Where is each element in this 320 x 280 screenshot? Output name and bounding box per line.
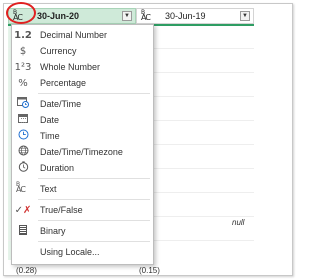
menu-item-whole-number[interactable]: 1²3 Whole Number bbox=[12, 59, 153, 75]
duration-icon bbox=[12, 161, 34, 175]
true-false-icon: ✓✗ bbox=[14, 204, 32, 216]
null-cell-value[interactable]: null bbox=[232, 218, 244, 227]
menu-item-percentage[interactable]: % Percentage bbox=[12, 75, 153, 91]
cell-value[interactable]: (0.15) bbox=[139, 266, 160, 275]
menu-item-time[interactable]: Time bbox=[12, 128, 153, 144]
column-header-label: 30-Jun-20 bbox=[37, 11, 80, 21]
text-type-icon: B AC bbox=[16, 180, 26, 194]
menu-item-true-false[interactable]: ✓✗ True/False bbox=[12, 202, 153, 218]
menu-item-duration[interactable]: Duration bbox=[12, 160, 153, 176]
menu-item-using-locale[interactable]: Using Locale... bbox=[12, 244, 153, 260]
binary-icon bbox=[12, 224, 34, 238]
cell-value[interactable]: (0.28) bbox=[16, 266, 37, 275]
column-filter-dropdown-button[interactable]: ▼ bbox=[122, 11, 132, 21]
menu-item-currency[interactable]: $ Currency bbox=[12, 43, 153, 59]
menu-item-date[interactable]: Date bbox=[12, 112, 153, 128]
percentage-icon: % bbox=[18, 77, 28, 89]
menu-separator bbox=[38, 178, 150, 179]
column-header-label: 30-Jun-19 bbox=[165, 11, 206, 21]
decimal-number-icon: 1.2 bbox=[14, 29, 32, 41]
menu-item-decimal-number[interactable]: 1.2 Decimal Number bbox=[12, 27, 153, 43]
menu-item-date-time-timezone[interactable]: Date/Time/Timezone bbox=[12, 144, 153, 160]
highlight-circle-annotation bbox=[6, 2, 36, 24]
column-filter-dropdown-button[interactable]: ▼ bbox=[240, 11, 250, 21]
menu-separator bbox=[38, 220, 150, 221]
menu-item-text[interactable]: B AC Text bbox=[12, 181, 153, 197]
menu-item-binary[interactable]: Binary bbox=[12, 223, 153, 239]
whole-number-icon: 1²3 bbox=[14, 61, 32, 73]
currency-icon: $ bbox=[19, 45, 27, 57]
column-header-30-jun-19[interactable]: B AC 30-Jun-19 ▼ bbox=[136, 8, 254, 24]
menu-item-date-time[interactable]: Date/Time bbox=[12, 96, 153, 112]
globe-icon bbox=[12, 145, 34, 159]
time-icon bbox=[12, 129, 34, 143]
menu-separator bbox=[38, 241, 150, 242]
menu-separator bbox=[38, 93, 150, 94]
date-icon bbox=[12, 114, 34, 126]
data-type-menu: 1.2 Decimal Number $ Currency 1²3 Whole … bbox=[11, 24, 154, 265]
menu-separator bbox=[38, 199, 150, 200]
date-time-icon bbox=[12, 97, 34, 111]
